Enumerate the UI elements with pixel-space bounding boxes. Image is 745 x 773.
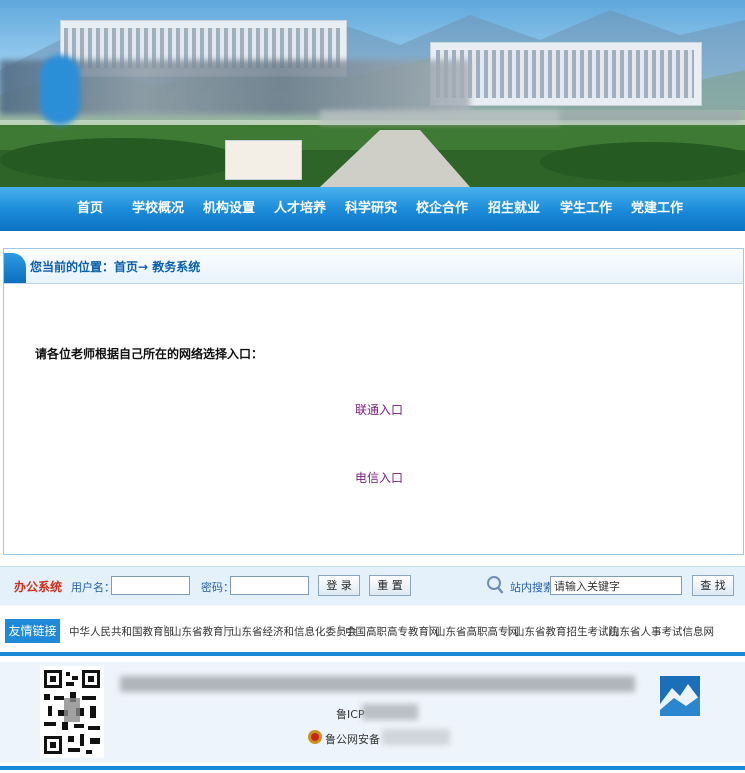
friend-links-label: 友情链接 [5,619,60,643]
link-separator: | [163,623,167,636]
header-tab-decoration [4,253,26,283]
friend-link[interactable]: 中华人民共和国教育部 [69,624,174,639]
footer-address [120,676,635,692]
link-separator: | [223,623,227,636]
password-input[interactable] [230,576,309,595]
nav-item-education[interactable]: 人才培养 [270,187,330,231]
login-button[interactable]: 登 录 [318,575,360,596]
username-label: 用户名： [71,581,115,594]
office-system-label: 办公系统 [14,580,63,594]
link-separator: | [338,623,342,636]
police-record[interactable]: 鲁公网安备 [325,731,380,747]
network-prompt: 请各位老师根据自己所在的网络选择入口： [35,347,264,361]
banner-text [560,110,740,122]
breadcrumb: 您当前的位置：首页→ 教务系统 [30,260,201,274]
link-separator: | [507,623,511,636]
link-separator: | [602,623,606,636]
link-separator: | [428,623,432,636]
qr-code-icon [40,666,104,758]
username-input[interactable] [111,576,190,595]
footer-bottom-divider [0,766,745,770]
search-button[interactable]: 查 找 [692,575,734,596]
header-banner [0,0,745,187]
friend-link[interactable]: 山东省人事考试信息网 [609,624,714,639]
site-footer: 鲁ICP 鲁公网安备 [0,662,745,762]
motto-text [320,110,560,124]
nav-item-research[interactable]: 科学研究 [341,187,401,231]
icp-number-redacted [362,704,418,720]
nav-item-students[interactable]: 学生工作 [556,187,616,231]
nav-item-home[interactable]: 首页 [60,187,120,231]
school-logo-icon [660,676,700,716]
nav-item-party[interactable]: 党建工作 [627,187,687,231]
reset-button[interactable]: 重 置 [369,575,411,596]
site-search-input[interactable] [550,576,682,595]
nav-item-cooperation[interactable]: 校企合作 [412,187,472,231]
panel-header: 您当前的位置：首页→ 教务系统 [4,249,743,284]
building-windows [436,50,694,98]
nav-item-admissions[interactable]: 招生就业 [484,187,544,231]
police-record-redacted [382,729,450,745]
gatehouse [225,140,302,180]
search-icon [487,576,504,594]
content-panel: 您当前的位置：首页→ 教务系统 请各位老师根据自己所在的网络选择入口： 联通入口… [3,248,744,555]
main-nav: 首页 学校概况 机构设置 人才培养 科学研究 校企合作 招生就业 学生工作 党建… [0,187,745,231]
telecom-entry-link[interactable]: 电信入口 [355,469,403,486]
nav-item-about[interactable]: 学校概况 [128,187,188,231]
nav-item-departments[interactable]: 机构设置 [199,187,259,231]
icp-number[interactable]: 鲁ICP [336,706,365,722]
office-login-bar: 办公系统 用户名： 密码： 登 录 重 置 站内搜索 查 找 [0,566,745,605]
school-emblem-icon [40,55,80,125]
friend-links: 友情链接 中华人民共和国教育部 山东省教育厅 山东省经济和信息化委员会 中国高职… [0,614,745,646]
friend-link[interactable]: 中国高职高专教育网 [345,624,440,639]
police-badge-icon [308,730,322,744]
unicom-entry-link[interactable]: 联通入口 [355,401,403,418]
site-search-label: 站内搜索 [510,581,554,594]
footer-divider [0,652,745,656]
